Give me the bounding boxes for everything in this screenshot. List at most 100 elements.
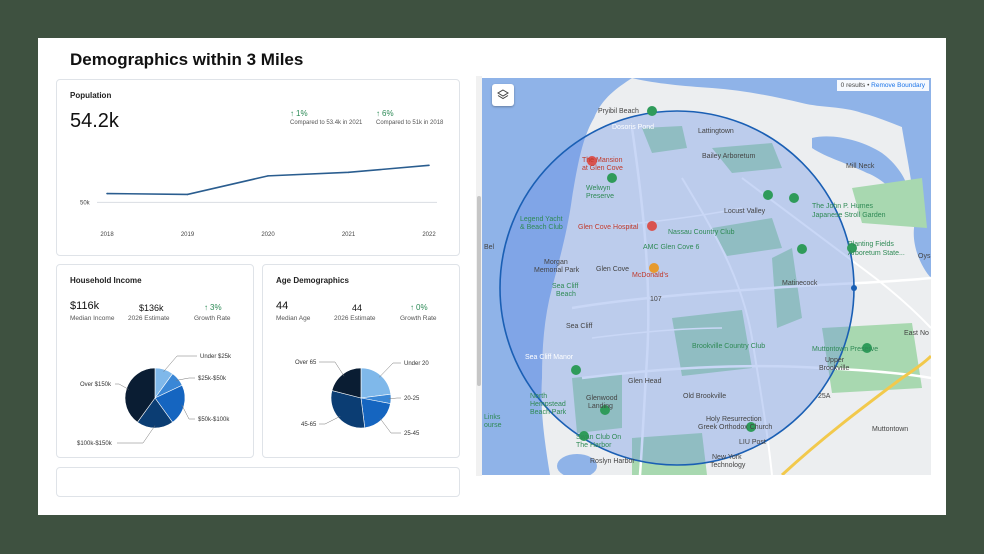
- x-tick-label: 2018: [100, 232, 114, 238]
- arrow-up-icon: ↑: [410, 303, 414, 312]
- growth-value: 0%: [416, 303, 428, 312]
- layers-icon: [497, 89, 509, 100]
- page-title: Demographics within 3 Miles: [70, 50, 304, 69]
- map-label: Hempstead: [530, 401, 566, 408]
- map-label: The Mansion: [582, 157, 623, 164]
- map-label: Pryibil Beach: [598, 108, 639, 115]
- pie-label: $50k-$100k: [198, 417, 230, 423]
- map-label: Bel: [484, 244, 495, 251]
- household-income-card: Household Income $116k Median Income $13…: [56, 264, 254, 458]
- map-label: Muttontown: [872, 426, 908, 433]
- radius-handle[interactable]: [851, 285, 857, 291]
- household-income-title: Household Income: [70, 276, 142, 285]
- population-growth-2-sub: Compared to 51k in 2018: [376, 120, 444, 126]
- age-demographics-title: Age Demographics: [276, 276, 349, 285]
- green-pin-icon[interactable]: [763, 190, 773, 200]
- map-label: Dosoris Pond: [612, 124, 654, 131]
- pie-label: 25-45: [404, 431, 420, 437]
- map-label: East No: [904, 330, 929, 337]
- household-income-pie-chart: Under $25k $25k-$50k $50k-$100k $100k-$150k…: [77, 354, 232, 447]
- map[interactable]: Pryibil Beach Dosoris Pond Lattingtown T…: [482, 78, 931, 475]
- map-label: Planting Fields: [848, 241, 894, 248]
- population-growth-1: ↑ 1%: [290, 109, 308, 118]
- dashboard-panel: Population 54.2k ↑ 1% Compared to 53.4k i…: [38, 76, 476, 497]
- map-label: Arboretum State...: [848, 250, 905, 257]
- income-growth-label: Growth Rate: [194, 315, 231, 322]
- map-label: Upper: [825, 357, 845, 364]
- x-tick-label: 2019: [181, 232, 195, 238]
- population-card: Population 54.2k ↑ 1% Compared to 53.4k i…: [56, 79, 460, 256]
- income-estimate-label: 2026 Estimate: [128, 315, 170, 322]
- growth-value: 3%: [210, 303, 222, 312]
- pie-label: 20-25: [404, 396, 420, 402]
- map-label: at Glen Cove: [582, 165, 623, 172]
- population-line: [106, 164, 430, 196]
- map-label: Matinecock: [782, 280, 818, 287]
- map-label: New York: [712, 454, 742, 461]
- green-pin-icon[interactable]: [571, 365, 581, 375]
- pie-label: 45-65: [301, 422, 317, 428]
- growth-value: 1%: [296, 109, 308, 118]
- population-value: 54.2k: [70, 110, 119, 132]
- pie-leader-line: [319, 361, 345, 377]
- arrow-up-icon: ↑: [376, 109, 380, 118]
- income-growth: ↑ 3%: [204, 303, 222, 312]
- pie-label: Under $25k: [200, 354, 232, 360]
- map-label: Morgan: [544, 259, 568, 266]
- map-label: Old Brookville: [683, 393, 726, 400]
- map-label: Lattingtown: [698, 128, 734, 135]
- population-title: Population: [70, 91, 112, 100]
- map-label: Oys: [918, 253, 931, 260]
- results-separator: •: [867, 82, 870, 89]
- population-growth-1-sub: Compared to 53.4k in 2021: [290, 120, 363, 126]
- data-point: [186, 193, 189, 196]
- scrollbar-thumb[interactable]: [477, 196, 481, 386]
- pie-leader-line: [379, 417, 401, 434]
- map-label: Brookville: [819, 365, 849, 372]
- map-label: Preserve: [586, 193, 614, 200]
- pie-leader-line: [379, 362, 401, 378]
- map-canvas[interactable]: Pryibil Beach Dosoris Pond Lattingtown T…: [482, 78, 931, 475]
- green-pin-icon[interactable]: [797, 244, 807, 254]
- pie-label: Over 65: [295, 360, 317, 366]
- map-label: LIU Post: [739, 439, 766, 446]
- data-point: [347, 171, 350, 174]
- pie-leader-line: [319, 416, 341, 425]
- age-estimate-value: 44: [352, 303, 363, 313]
- map-label: Memorial Park: [534, 267, 580, 274]
- map-label: The Harbor: [576, 442, 612, 449]
- pie-leader-line: [117, 425, 156, 444]
- map-label: Glenwood: [586, 395, 618, 402]
- x-tick-label: 2022: [422, 232, 436, 238]
- data-point: [428, 164, 430, 167]
- next-card: [56, 467, 460, 497]
- map-label: North: [530, 393, 547, 400]
- map-label: Bailey Arboretum: [702, 153, 755, 160]
- map-label: Muttontown Preserve: [812, 346, 878, 353]
- pie-label: $25k-$50k: [198, 376, 227, 382]
- map-label: McDonald's: [632, 272, 669, 279]
- population-line-chart: 50k 2018 2019 2020 2021 2022: [80, 164, 437, 238]
- map-label: Glen Head: [628, 378, 662, 385]
- red-pin-icon[interactable]: [647, 221, 657, 231]
- remove-boundary-link[interactable]: Remove Boundary: [871, 82, 925, 89]
- age-growth-label: Growth Rate: [400, 315, 437, 322]
- map-label: Swan Club On: [576, 434, 621, 441]
- map-label: Holy Resurrection: [706, 416, 762, 423]
- map-label: Sea Cliff Manor: [525, 354, 574, 361]
- map-label: Japanese Stroll Garden: [812, 212, 886, 219]
- map-label: Beach: [556, 291, 576, 298]
- map-label: Legend Yacht: [520, 216, 563, 223]
- green-pin-icon[interactable]: [647, 106, 657, 116]
- map-label: Nassau Country Club: [668, 229, 735, 236]
- map-label: Beach Park: [530, 409, 567, 416]
- map-label: Glen Cove: [596, 266, 629, 273]
- map-label: Sea Cliff: [566, 323, 592, 330]
- slide: Demographics within 3 Miles Population 5…: [38, 38, 946, 515]
- x-tick-label: 2020: [261, 232, 275, 238]
- y-tick-label: 50k: [80, 200, 91, 206]
- pie-label: Under 20: [404, 361, 429, 367]
- data-point: [106, 192, 108, 195]
- layers-button[interactable]: [492, 84, 514, 106]
- green-pin-icon[interactable]: [607, 173, 617, 183]
